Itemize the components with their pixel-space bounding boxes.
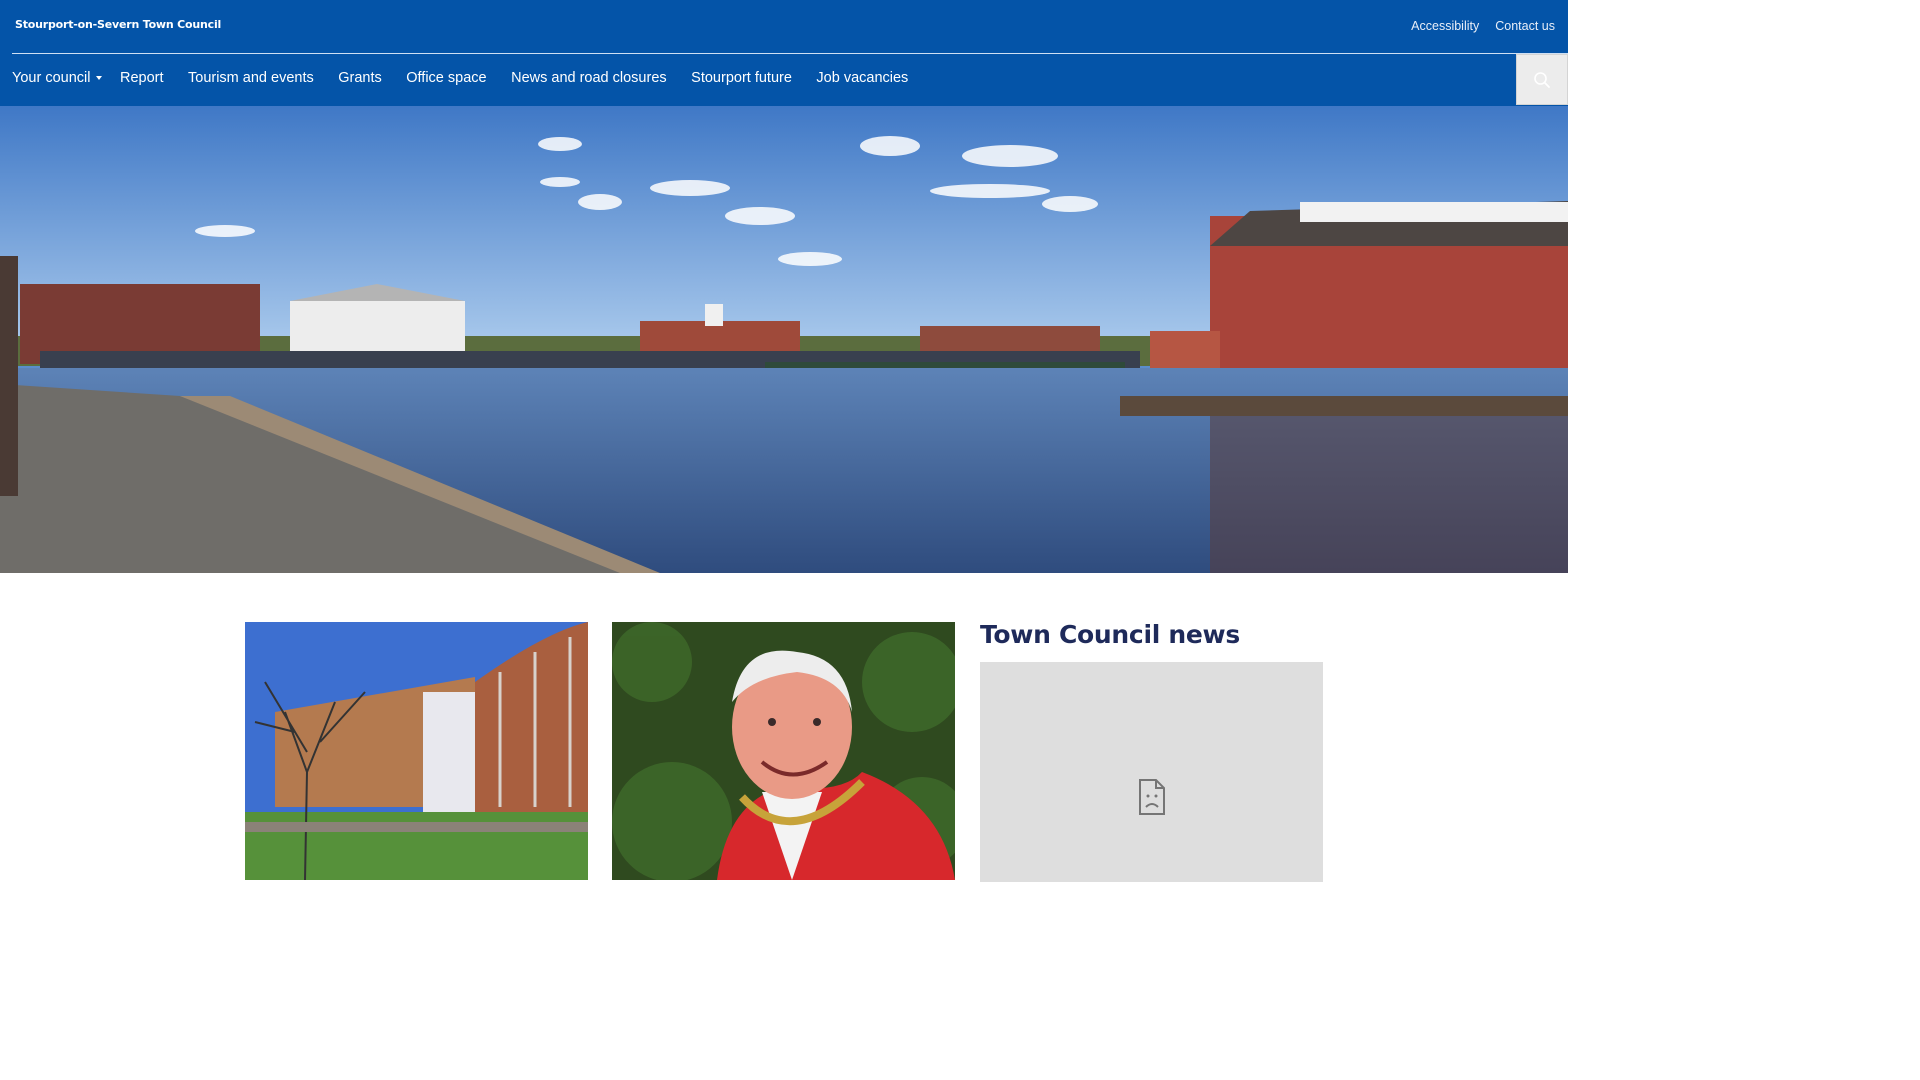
news-feed-embed: [980, 662, 1323, 882]
caret-down-icon: [96, 76, 103, 80]
nav-item-report[interactable]: Report: [120, 70, 164, 86]
nav-item-news-and-road-closures[interactable]: News and road closures: [511, 70, 667, 86]
hero-image: [0, 106, 1568, 573]
main-nav: Your council Report Tourism and events G…: [12, 70, 933, 86]
nav-item-office-space[interactable]: Office space: [406, 70, 486, 86]
mayor-portrait-card-image[interactable]: [612, 622, 955, 880]
site-header: Stourport-on-Severn Town Council Accessi…: [0, 0, 1568, 106]
nav-item-job-vacancies[interactable]: Job vacancies: [816, 70, 908, 86]
contact-us-link[interactable]: Contact us: [1495, 19, 1555, 33]
search-icon: [1534, 71, 1550, 88]
site-logo[interactable]: Stourport-on-Severn Town Council: [15, 18, 221, 31]
nav-item-grants[interactable]: Grants: [338, 70, 382, 86]
utility-nav: Accessibility Contact us: [1411, 19, 1555, 33]
nav-item-stourport-future[interactable]: Stourport future: [691, 70, 792, 86]
nav-item-label: Your council: [12, 70, 91, 86]
nav-item-your-council[interactable]: Your council: [12, 70, 103, 86]
search-button[interactable]: [1516, 54, 1568, 105]
news-heading: Town Council news: [980, 620, 1240, 649]
nav-item-tourism-and-events[interactable]: Tourism and events: [188, 70, 314, 86]
broken-document-icon: [1138, 779, 1165, 815]
office-building-card-image[interactable]: [245, 622, 588, 880]
header-divider: [12, 53, 1568, 54]
accessibility-link[interactable]: Accessibility: [1411, 19, 1479, 33]
